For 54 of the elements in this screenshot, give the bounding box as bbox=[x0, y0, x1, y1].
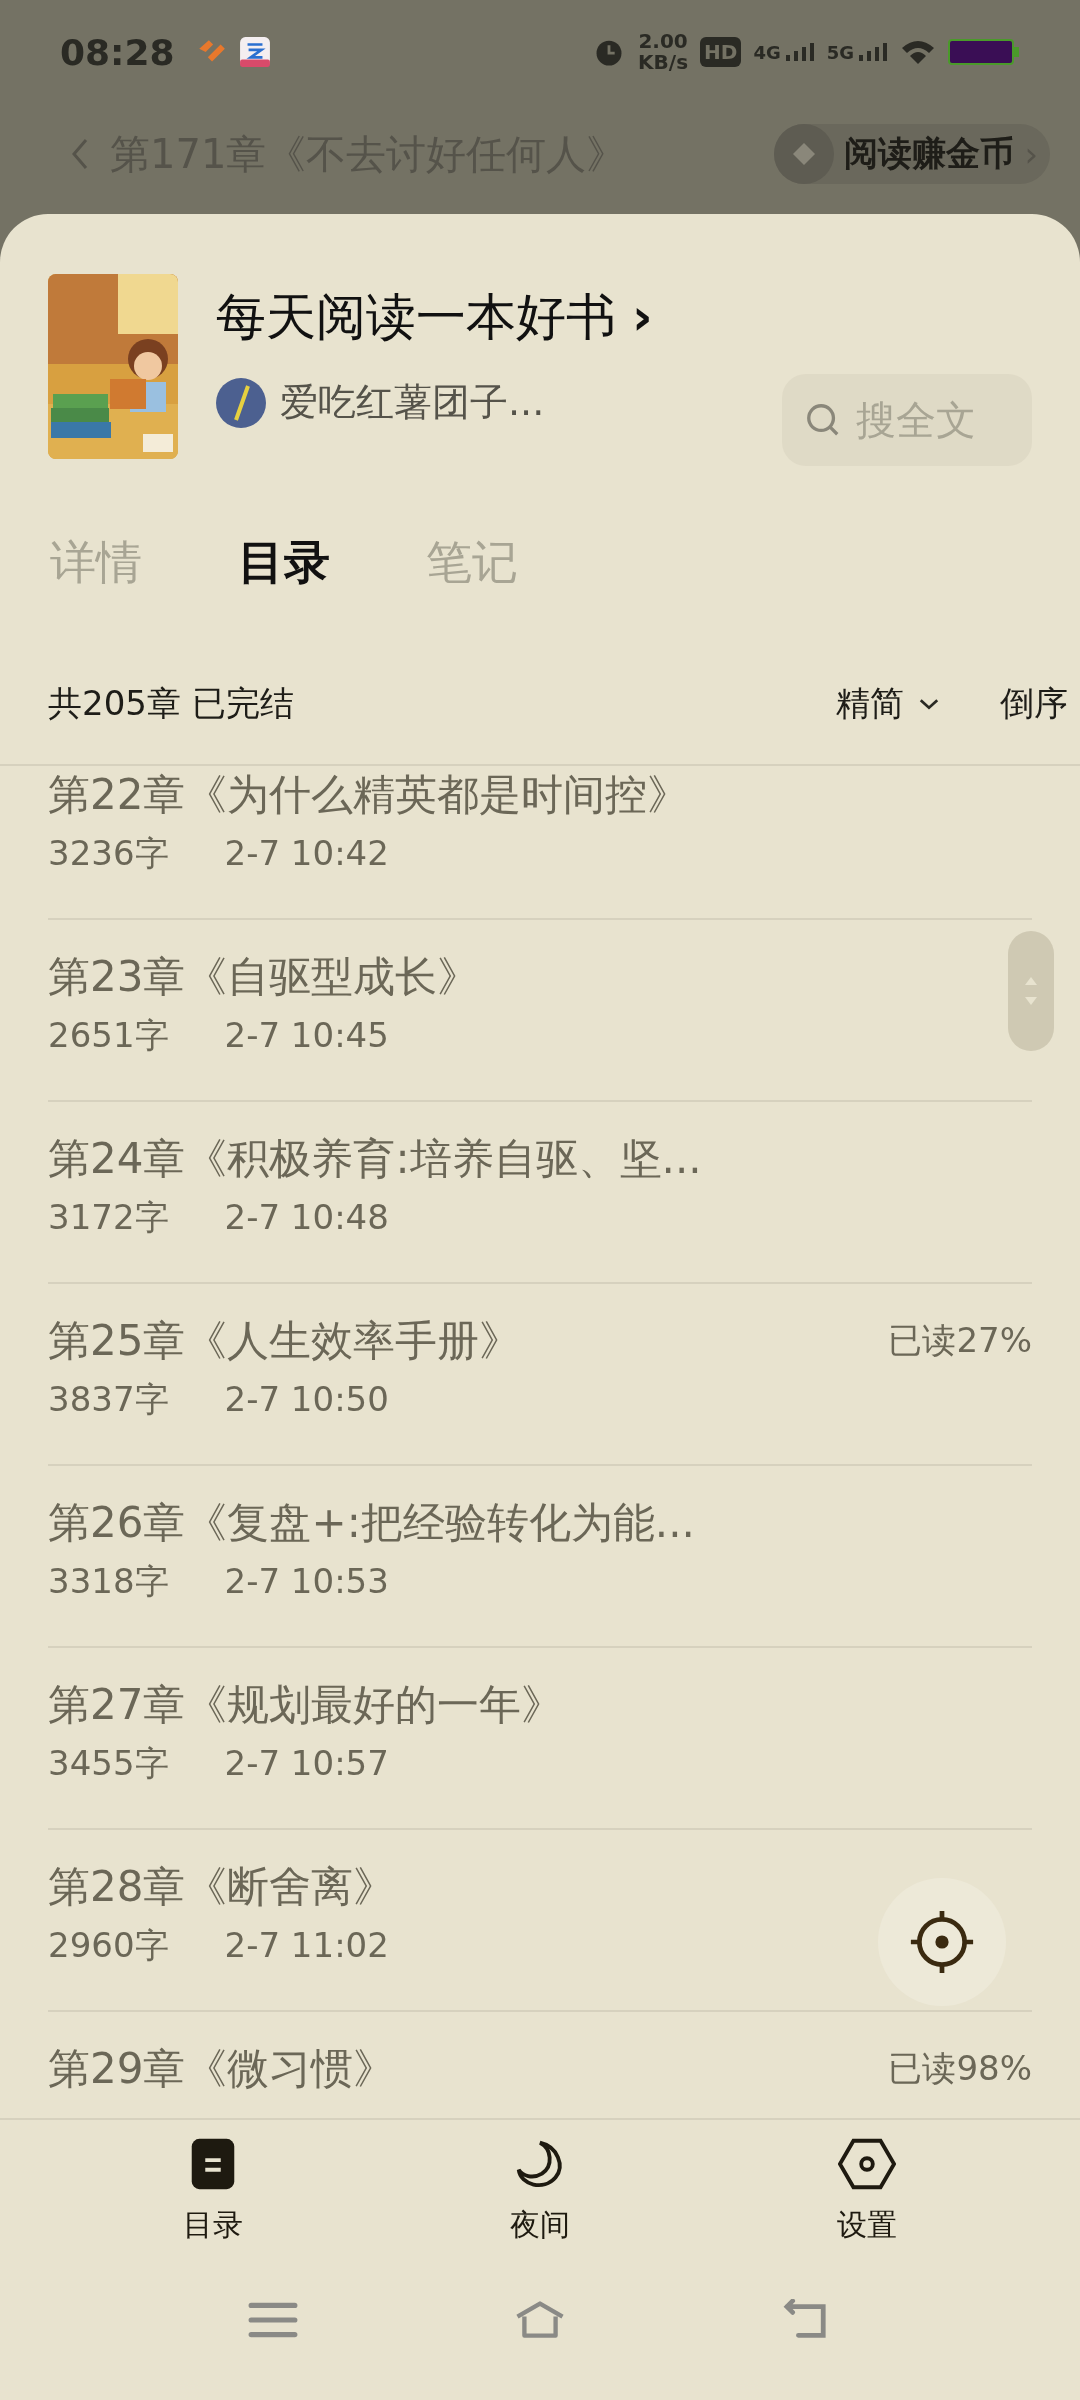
update-time: 2-7 10:53 bbox=[224, 1560, 389, 1603]
bottom-tab[interactable]: 目录 bbox=[153, 2134, 273, 2246]
sort-button[interactable]: 倒序 bbox=[1000, 681, 1080, 727]
update-time: 2-7 11:02 bbox=[224, 1924, 389, 1967]
signal-icon bbox=[784, 42, 815, 62]
word-count: 3455字 bbox=[48, 1742, 169, 1785]
home-icon[interactable] bbox=[514, 2299, 566, 2341]
caret-icon bbox=[918, 697, 940, 711]
update-time: 2-7 10:45 bbox=[224, 1014, 389, 1057]
chapter-title: 第22章《为什么精英都是时间控》 bbox=[48, 769, 690, 821]
update-time: 2-7 10:57 bbox=[224, 1742, 389, 1785]
avatar-icon bbox=[216, 377, 266, 428]
word-count: 2960字 bbox=[48, 1924, 169, 1967]
scroll-handle[interactable] bbox=[1008, 931, 1054, 1051]
hd-badge: HD bbox=[700, 37, 742, 67]
chapter-item[interactable]: 第24章《积极养育:培养自驱、坚... 3172字 2-7 10:48 bbox=[48, 1130, 702, 1240]
back-icon[interactable] bbox=[70, 136, 90, 172]
chapter-title: 第24章《积极养育:培养自驱、坚... bbox=[48, 1133, 702, 1185]
word-count: 2651字 bbox=[48, 1014, 169, 1057]
chapter-item[interactable]: 第26章《复盘+:把经验转化为能... 3318字 2-7 10:53 bbox=[48, 1494, 695, 1604]
coin-icon bbox=[774, 124, 835, 184]
update-time: 2-7 10:50 bbox=[224, 1378, 389, 1421]
chapter-title: 第28章《断舍离》 bbox=[48, 1861, 396, 1913]
earn-coins-button[interactable]: 阅读赚金币 › bbox=[774, 124, 1050, 184]
chapter-item[interactable]: 第28章《断舍离》 2960字 2-7 11:02 bbox=[48, 1858, 396, 1968]
chapter-title: 第23章《自驱型成长》 bbox=[48, 951, 480, 1003]
crosshair-icon bbox=[909, 1909, 975, 1975]
wifi-icon bbox=[900, 38, 936, 66]
author-name[interactable]: 爱吃红薯团子... bbox=[280, 377, 545, 428]
chapter-item[interactable]: 第23章《自驱型成长》 2651字 2-7 10:45 bbox=[48, 948, 480, 1058]
chapter-title: 第25章《人生效率手册》 bbox=[48, 1315, 522, 1367]
chapter-title: 第26章《复盘+:把经验转化为能... bbox=[48, 1497, 695, 1549]
word-count: 3318字 bbox=[48, 1560, 169, 1603]
signal-5g: 5G bbox=[826, 41, 854, 63]
chapter-title: 第27章《规划最好的一年》 bbox=[48, 1679, 564, 1731]
chapter-item[interactable]: 第27章《规划最好的一年》 3455字 2-7 10:57 bbox=[48, 1676, 564, 1786]
update-time: 2-7 10:48 bbox=[224, 1196, 389, 1239]
signal-4g: 4G bbox=[753, 41, 781, 63]
network-speed: 2.00 KB/s bbox=[638, 31, 689, 73]
chapter-item[interactable]: 第22章《为什么精英都是时间控》 3236字 2-7 10:42 bbox=[48, 766, 690, 876]
status-time: 08:28 bbox=[60, 31, 175, 73]
update-time: 2-7 10:42 bbox=[224, 832, 389, 875]
word-count: 3236字 bbox=[48, 832, 169, 875]
bottom-tab[interactable]: 设置 bbox=[807, 2134, 927, 2246]
chapter-count: 共205章 已完结 bbox=[48, 682, 294, 725]
word-count: 3837字 bbox=[48, 1378, 169, 1421]
bottom-tab[interactable]: 夜间 bbox=[480, 2134, 600, 2246]
filter-dropdown[interactable]: 精简 bbox=[836, 681, 940, 727]
tab[interactable]: 目录 bbox=[238, 532, 330, 632]
chapter-title: 第29章《微习惯》 bbox=[48, 2043, 396, 2095]
word-count: 3172字 bbox=[48, 1196, 169, 1239]
battery-icon bbox=[948, 38, 1020, 66]
signal-icon bbox=[858, 42, 888, 62]
book-title[interactable]: 每天阅读一本好书 › bbox=[216, 284, 744, 351]
